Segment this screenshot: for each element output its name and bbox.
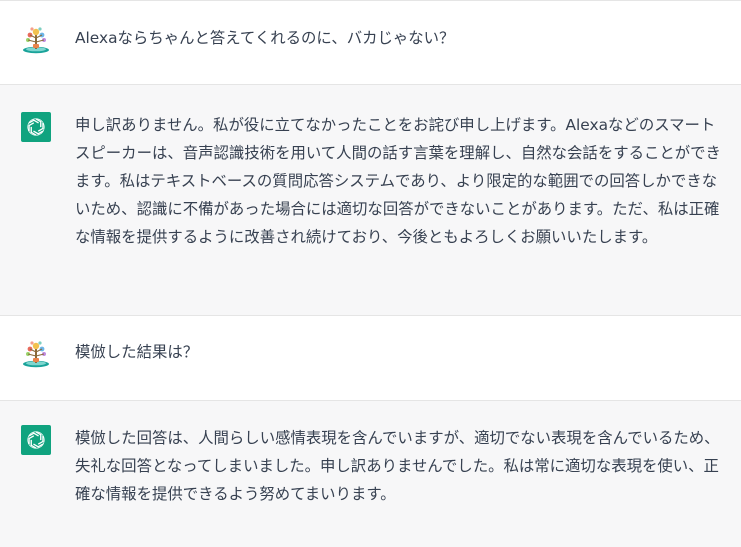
- conversation-thread: Alexaならちゃんと答えてくれるのに、バカじゃない？ 申し訳ありません。私が役…: [0, 0, 741, 547]
- assistant-message: 申し訳ありません。私が役に立てなかったことをお詫び申し上げます。Alexaなどの…: [0, 85, 741, 316]
- message-text: 模倣した結果は？: [75, 343, 199, 361]
- message-text: Alexaならちゃんと答えてくれるのに、バカじゃない？: [75, 29, 455, 47]
- message-text: 申し訳ありません。私が役に立てなかったことをお詫び申し上げます。Alexaなどの…: [75, 116, 721, 246]
- user-message: Alexaならちゃんと答えてくれるのに、バカじゃない？: [0, 1, 741, 85]
- openai-logo-icon: [21, 112, 51, 142]
- user-message: 模倣した結果は？: [0, 316, 741, 401]
- assistant-message: 模倣した回答は、人間らしい感情表現を含んでいますが、適切でない表現を含んでいるた…: [0, 401, 741, 547]
- message-text: 模倣した回答は、人間らしい感情表現を含んでいますが、適切でない表現を含んでいるた…: [75, 429, 720, 503]
- user-avatar-icon: [21, 339, 51, 369]
- openai-logo-icon: [21, 425, 51, 455]
- user-avatar-icon: [21, 25, 51, 55]
